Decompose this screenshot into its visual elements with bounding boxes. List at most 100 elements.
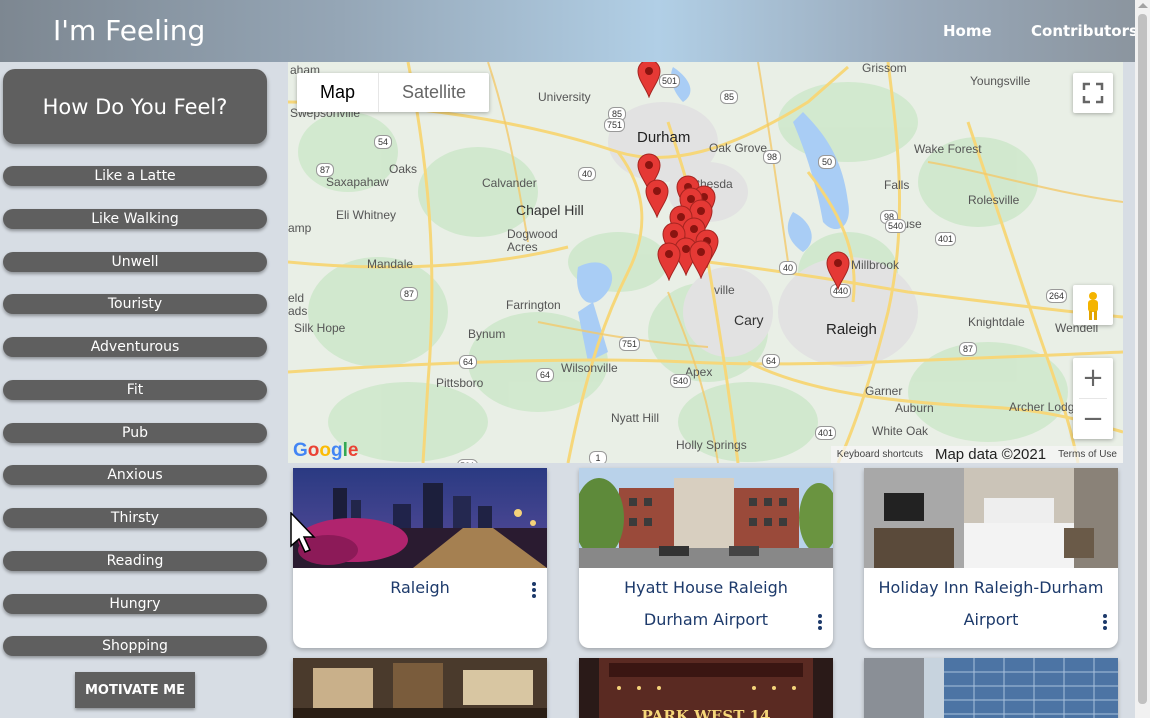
nav-contributors-link[interactable]: Contributors <box>1031 22 1138 40</box>
route-shield-badge: 87 <box>400 287 418 301</box>
route-shield-badge: 50 <box>818 155 836 169</box>
mood-button-anxious[interactable]: Anxious <box>3 465 267 485</box>
mood-button-like-walking[interactable]: Like Walking <box>3 209 267 229</box>
map-label-oak-grove: Oak Grove <box>709 141 768 155</box>
mood-button-reading[interactable]: Reading <box>3 551 267 571</box>
card-image-hyatt-house-building <box>579 468 833 568</box>
street-view-pegman-button[interactable] <box>1073 285 1113 325</box>
map-marker-pin-icon[interactable] <box>644 178 670 218</box>
top-header: I'm Feeling Home Contributors <box>0 0 1138 62</box>
route-shield-badge: 40 <box>578 167 596 181</box>
map-label-archer-lodge: Archer Lodg <box>1009 400 1075 414</box>
map-label-garner: Garner <box>865 384 903 398</box>
map-label-durham: Durham <box>637 129 691 146</box>
map-label-amp: amp <box>288 221 312 235</box>
place-card-hyatt-house[interactable]: Hyatt House Raleigh Durham Airport <box>579 468 833 648</box>
route-shield-badge: 54 <box>374 135 392 149</box>
map-label-morrisville: ville <box>714 283 735 297</box>
map-marker-pin-icon[interactable] <box>688 239 714 279</box>
mood-button-touristy[interactable]: Touristy <box>3 294 267 314</box>
map-label-auburn: Auburn <box>895 401 934 415</box>
card-title[interactable]: Hyatt House Raleigh Durham Airport <box>579 572 833 636</box>
zoom-control: + − <box>1073 358 1113 439</box>
route-shield-badge: 751 <box>619 337 641 351</box>
nav-home-link[interactable]: Home <box>943 22 992 40</box>
route-shield-badge: 540 <box>885 219 907 233</box>
pegman-icon <box>1088 292 1098 320</box>
map-label-holly-springs: Holly Springs <box>676 438 747 452</box>
map-marker-pin-icon[interactable] <box>656 241 682 281</box>
map-label-pittsboro: Pittsboro <box>436 376 484 390</box>
route-shield-badge: 40 <box>779 261 797 275</box>
map-label-millbrook: Millbrook <box>851 258 900 272</box>
scroll-thumb[interactable] <box>1138 14 1147 704</box>
map-data-text: Map data ©2021 <box>934 446 1047 463</box>
map-label-rolesville: Rolesville <box>968 193 1020 207</box>
map-view[interactable]: aham Swepsonville University Durham Oak … <box>288 62 1123 463</box>
scroll-up-arrow-icon[interactable] <box>1138 3 1148 8</box>
map-marker-pin-icon[interactable] <box>636 62 662 98</box>
route-shield-badge: 501 <box>659 74 681 88</box>
card-menu-kebab-icon[interactable] <box>532 582 538 602</box>
place-card-holiday-inn[interactable]: Holiday Inn Raleigh-Durham Airport <box>864 468 1118 648</box>
map-label-mandale: Mandale <box>367 257 414 271</box>
map-label-eli-whitney: Eli Whitney <box>336 208 397 222</box>
google-logo[interactable]: Google <box>293 440 358 462</box>
card-title[interactable]: Holiday Inn Raleigh-Durham Airport <box>864 572 1118 636</box>
map-label-silk-hope: Silk Hope <box>294 321 346 335</box>
fullscreen-button[interactable] <box>1073 73 1113 113</box>
mood-button-like-a-latte[interactable]: Like a Latte <box>3 166 267 186</box>
map-label-university: University <box>538 90 591 104</box>
zoom-in-button[interactable]: + <box>1073 358 1113 398</box>
map-type-map-button[interactable]: Map <box>297 73 378 112</box>
zoom-out-button[interactable]: − <box>1073 399 1113 439</box>
map-label-grissom: Grissom <box>862 62 907 75</box>
route-shield-badge: 540 <box>670 374 692 388</box>
route-shield-badge: 64 <box>459 355 477 369</box>
mood-button-unwell[interactable]: Unwell <box>3 252 267 272</box>
mood-button-thirsty[interactable]: Thirsty <box>3 508 267 528</box>
route-shield-badge: 87 <box>959 342 977 356</box>
map-label-knightdale: Knightdale <box>968 315 1025 329</box>
map-label-bynum: Bynum <box>468 327 506 341</box>
app-title[interactable]: I'm Feeling <box>53 14 205 47</box>
place-card-raleigh[interactable]: Raleigh <box>293 468 547 648</box>
mood-button-pub[interactable]: Pub <box>3 423 267 443</box>
route-shield-badge: 85 <box>720 90 738 104</box>
card-image-restaurant-interior <box>293 658 547 718</box>
map-type-control: Map Satellite <box>297 73 490 112</box>
map-label-chapel-hill: Chapel Hill <box>516 202 584 218</box>
place-card-restaurant[interactable] <box>293 658 547 718</box>
map-label-white-oak: White Oak <box>872 424 929 438</box>
mood-button-fit[interactable]: Fit <box>3 380 267 400</box>
mouse-cursor-icon <box>290 512 316 553</box>
map-label-falls: Falls <box>884 178 910 192</box>
map-type-satellite-button[interactable]: Satellite <box>378 73 489 112</box>
card-menu-kebab-icon[interactable] <box>1103 614 1109 634</box>
map-label-wake-forest: Wake Forest <box>914 142 982 156</box>
card-title[interactable]: Raleigh <box>293 572 547 604</box>
route-shield-badge: 98 <box>763 150 781 164</box>
keyboard-shortcuts-link[interactable]: Keyboard shortcuts <box>831 449 929 460</box>
motivate-me-button[interactable]: MOTIVATE ME <box>75 672 195 708</box>
page-scrollbar[interactable] <box>1135 0 1150 718</box>
mood-button-hungry[interactable]: Hungry <box>3 594 267 614</box>
card-menu-kebab-icon[interactable] <box>818 614 824 634</box>
place-card-glass-hotel[interactable] <box>864 658 1118 718</box>
mood-button-shopping[interactable]: Shopping <box>3 636 267 656</box>
route-shield-badge: 401 <box>935 232 957 246</box>
card-image-park-west-cinema: PARK WEST 14 <box>579 658 833 718</box>
route-shield-badge: 401 <box>815 426 837 440</box>
map-label-wilsonville: Wilsonville <box>561 361 618 375</box>
route-shield-badge: 87 <box>316 163 334 177</box>
route-shield-badge: 64 <box>536 368 554 382</box>
map-label-cary: Cary <box>734 312 764 328</box>
map-marker-pin-icon[interactable] <box>825 250 851 290</box>
place-card-park-west-14[interactable]: PARK WEST 14 <box>579 658 833 718</box>
map-label-saxapahaw: Saxapahaw <box>326 175 389 189</box>
route-shield-badge: 264 <box>1046 289 1068 303</box>
terms-of-use-link[interactable]: Terms of Use <box>1052 449 1123 460</box>
map-label-youngsville: Youngsville <box>970 74 1031 88</box>
map-attribution: Keyboard shortcuts Map data ©2021 Terms … <box>830 446 1123 463</box>
mood-button-adventurous[interactable]: Adventurous <box>3 337 267 357</box>
